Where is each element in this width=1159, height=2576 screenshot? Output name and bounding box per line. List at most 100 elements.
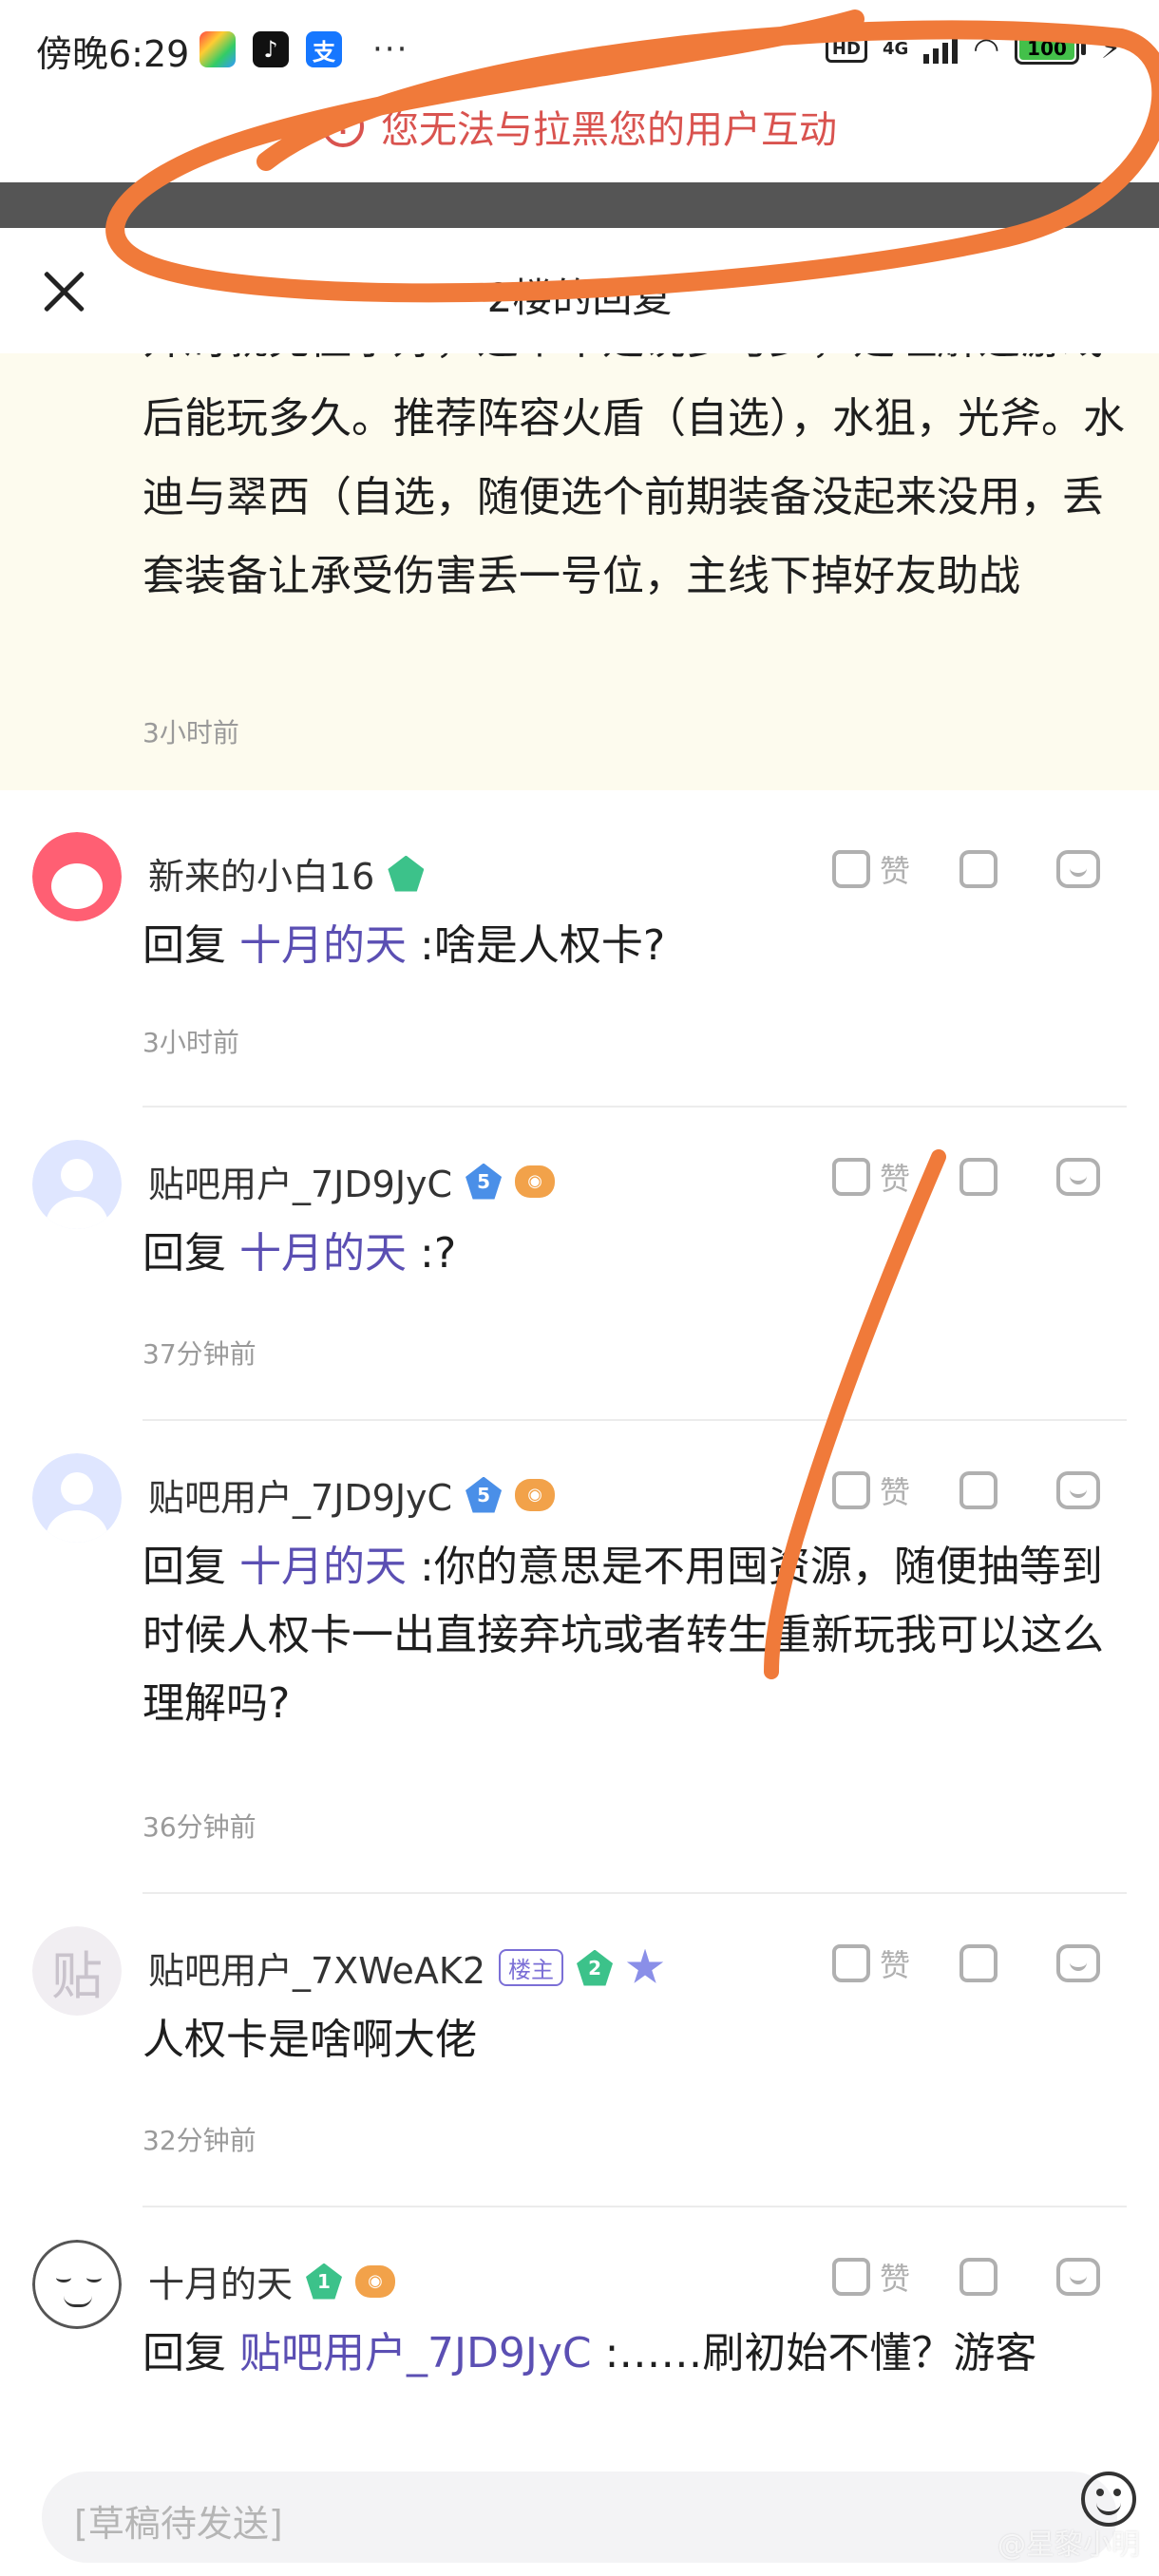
reply-input[interactable]: [草稿待发送] — [42, 2472, 1117, 2563]
reply-icon[interactable] — [1056, 1944, 1101, 1982]
thumbs-up-icon — [832, 850, 870, 888]
signal-icon — [923, 33, 959, 64]
reply-item[interactable]: 贴吧用户_7JD9JyC 5 ◉ 赞 回复 十月的天:? 37分钟前 — [0, 1106, 1159, 1419]
reply-text: :……刷初始不懂？游客 — [604, 2329, 1037, 2377]
avatar[interactable] — [32, 832, 122, 921]
reply-body: 回复 十月的天:你的意思是不用囤资源，随便抽等到时候人权卡一出直接弃坑或者转生重新… — [142, 1533, 1130, 1738]
more-notifications-icon: ··· — [372, 30, 409, 68]
gamepad-badge-icon: ◉ — [515, 1165, 556, 1198]
reply-input-bar: [草稿待发送] @星黎小明 — [0, 2453, 1159, 2576]
reply-prefix: 回复 — [142, 1229, 226, 1278]
level-gem-icon: 5 — [466, 1163, 503, 1200]
like-button[interactable]: 赞 — [832, 1155, 910, 1199]
reply-actions: 赞 — [832, 1155, 1101, 1199]
mention-link[interactable]: 十月的天 — [239, 921, 407, 970]
reply-prefix: 回复 — [142, 921, 226, 970]
reply-prefix: 回复 — [142, 1543, 226, 1591]
level-gem-icon: 2 — [577, 1949, 614, 1986]
reply-time: 37分钟前 — [142, 1338, 256, 1370]
reply-body: 回复 十月的天 :啥是人权卡? — [142, 912, 1130, 980]
reply-icon[interactable] — [1056, 1471, 1101, 1509]
thumbs-up-icon — [832, 1944, 870, 1982]
username-row: 贴吧用户_7XWeAK2 楼主 2 — [148, 1941, 664, 1994]
mention-link[interactable]: 十月的天 — [239, 1229, 407, 1278]
reply-actions: 赞 — [832, 1941, 1101, 1985]
like-button[interactable]: 赞 — [832, 1468, 910, 1512]
like-label: 赞 — [880, 1161, 911, 1197]
like-button[interactable]: 赞 — [832, 1941, 910, 1985]
sheet-header: 2楼的回复 — [0, 228, 1159, 353]
sheet-title: 2楼的回复 — [486, 275, 673, 321]
reply-actions: 赞 — [832, 847, 1101, 891]
block-toast: ! 您无法与拉黑您的用户互动 — [0, 99, 1159, 154]
status-bar: 傍晚6:29 ♪ 支 ··· HD 4G ◠ 100 ⚡ — [0, 0, 1159, 95]
reply-icon[interactable] — [1056, 850, 1101, 888]
reply-item[interactable]: 贴吧用户_7JD9JyC 5 ◉ 赞 回复 十月的天:你的意思是不用囤资源，随便抽等… — [0, 1419, 1159, 1892]
reply-item[interactable]: 贴 贴吧用户_7XWeAK2 楼主 2 赞 人权卡是啥啊大佬 32分钟前 — [0, 1892, 1159, 2206]
reply-item[interactable]: 新来的小白16 赞 回复 十月的天 :啥是人权卡? 3小时前 — [0, 790, 1159, 1106]
mention-link[interactable]: 十月的天 — [239, 1543, 407, 1591]
divider — [142, 1106, 1127, 1108]
like-button[interactable]: 赞 — [832, 2255, 910, 2299]
original-floor-post: 开局就充值示好，这个不是说多与少，是理解这游戏后能玩多久。推荐阵容火盾（自选），… — [0, 353, 1159, 790]
tiktok-app-icon: ♪ — [253, 31, 289, 67]
username[interactable]: 贴吧用户_7JD9JyC — [148, 1468, 452, 1521]
host-badge: 楼主 — [499, 1949, 564, 1986]
thumbs-down-icon[interactable] — [960, 1471, 998, 1509]
avatar[interactable] — [32, 1140, 122, 1229]
reply-time: 32分钟前 — [142, 2125, 256, 2156]
gamepad-badge-icon: ◉ — [515, 1478, 556, 1511]
reply-body: 回复 十月的天:? — [142, 1220, 1130, 1288]
divider — [142, 1892, 1127, 1894]
status-indicators: HD 4G ◠ 100 ⚡ — [825, 30, 1121, 66]
like-label: 赞 — [880, 1947, 911, 1983]
username[interactable]: 贴吧用户_7XWeAK2 — [148, 1941, 485, 1994]
thumbs-down-icon[interactable] — [960, 850, 998, 888]
battery-level: 100 — [1019, 37, 1074, 60]
toast-panel: 傍晚6:29 ♪ 支 ··· HD 4G ◠ 100 ⚡ ! 您无法与拉黑您的用… — [0, 0, 1159, 182]
reply-prefix: 回复 — [142, 2329, 226, 2377]
battery-icon: 100 — [1015, 32, 1086, 65]
reply-item[interactable]: 十月的天 1 ◉ 赞 回复 贴吧用户_7JD9JyC:……刷初始不懂？游客 — [0, 2206, 1159, 2453]
reply-icon[interactable] — [1056, 2258, 1101, 2296]
thumbs-down-icon[interactable] — [960, 1158, 998, 1196]
divider — [142, 2206, 1127, 2207]
avatar[interactable] — [32, 2240, 122, 2329]
network-label: 4G — [882, 38, 909, 59]
thumbs-up-icon — [832, 1471, 870, 1509]
username-row: 贴吧用户_7JD9JyC 5 ◉ — [148, 1468, 556, 1521]
divider — [142, 1419, 1127, 1421]
username[interactable]: 贴吧用户_7JD9JyC — [148, 1155, 452, 1207]
wifi-icon: ◠ — [973, 30, 1000, 66]
toast-message: 您无法与拉黑您的用户互动 — [381, 108, 837, 152]
original-post-text: 开局就充值示好，这个不是说多与少，是理解这游戏后能玩多久。推荐阵容火盾（自选），… — [142, 353, 1125, 600]
reply-icon[interactable] — [1056, 1158, 1101, 1196]
avatar[interactable]: 贴 — [32, 1926, 122, 2016]
reply-time: 3小时前 — [142, 1027, 239, 1058]
backdrop — [0, 182, 1159, 228]
reply-time: 36分钟前 — [142, 1811, 256, 1843]
like-label: 赞 — [880, 2261, 911, 2297]
emoji-icon[interactable] — [1081, 2472, 1136, 2527]
username[interactable]: 新来的小白16 — [148, 847, 374, 900]
like-button[interactable]: 赞 — [832, 847, 910, 891]
reply-body: 回复 贴吧用户_7JD9JyC:……刷初始不懂？游客 — [142, 2320, 1130, 2388]
star-badge-icon — [626, 1948, 664, 1983]
status-app-icons: ♪ 支 ··· — [200, 30, 408, 68]
thumbs-up-icon — [832, 1158, 870, 1196]
alipay-app-icon: 支 — [306, 31, 342, 67]
like-label: 赞 — [880, 853, 911, 889]
reply-text: :? — [420, 1229, 457, 1278]
reply-text: :啥是人权卡? — [420, 921, 666, 970]
warning-icon: ! — [322, 105, 364, 147]
reply-text: 人权卡是啥啊大佬 — [142, 2016, 477, 2064]
avatar[interactable] — [32, 1453, 122, 1543]
status-time: 傍晚6:29 — [36, 33, 190, 75]
charging-icon: ⚡ — [1100, 31, 1121, 66]
watermark: @星黎小明 — [998, 2529, 1140, 2562]
mention-link[interactable]: 贴吧用户_7JD9JyC — [239, 2329, 592, 2377]
username[interactable]: 十月的天 — [148, 2255, 293, 2307]
thumbs-down-icon[interactable] — [960, 1944, 998, 1982]
level-gem-icon — [388, 855, 425, 892]
thumbs-down-icon[interactable] — [960, 2258, 998, 2296]
